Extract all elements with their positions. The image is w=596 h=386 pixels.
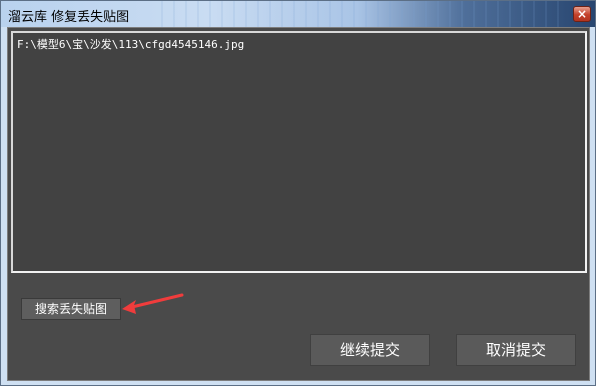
title-bar[interactable]: 溜云库 修复丢失贴图 × xyxy=(1,1,595,27)
list-item[interactable]: F:\模型6\宝\沙发\113\cfgd4545146.jpg xyxy=(17,36,244,52)
cancel-submit-button[interactable]: 取消提交 xyxy=(456,334,576,366)
dialog-body: F:\模型6\宝\沙发\113\cfgd4545146.jpg 搜索丢失贴图 继… xyxy=(7,27,590,381)
window-title: 溜云库 修复丢失贴图 xyxy=(8,10,130,25)
close-icon: × xyxy=(576,7,588,21)
missing-texture-list[interactable]: F:\模型6\宝\沙发\113\cfgd4545146.jpg xyxy=(11,31,587,273)
repair-missing-textures-window: 溜云库 修复丢失贴图 × F:\模型6\宝\沙发\113\cfgd4545146… xyxy=(0,0,596,386)
search-missing-textures-button[interactable]: 搜索丢失贴图 xyxy=(21,298,121,320)
red-arrow-icon xyxy=(122,293,184,314)
close-button[interactable]: × xyxy=(573,6,591,22)
title-bar-decoration xyxy=(151,1,561,27)
continue-submit-button[interactable]: 继续提交 xyxy=(310,334,430,366)
arrow-shaft xyxy=(130,293,184,309)
